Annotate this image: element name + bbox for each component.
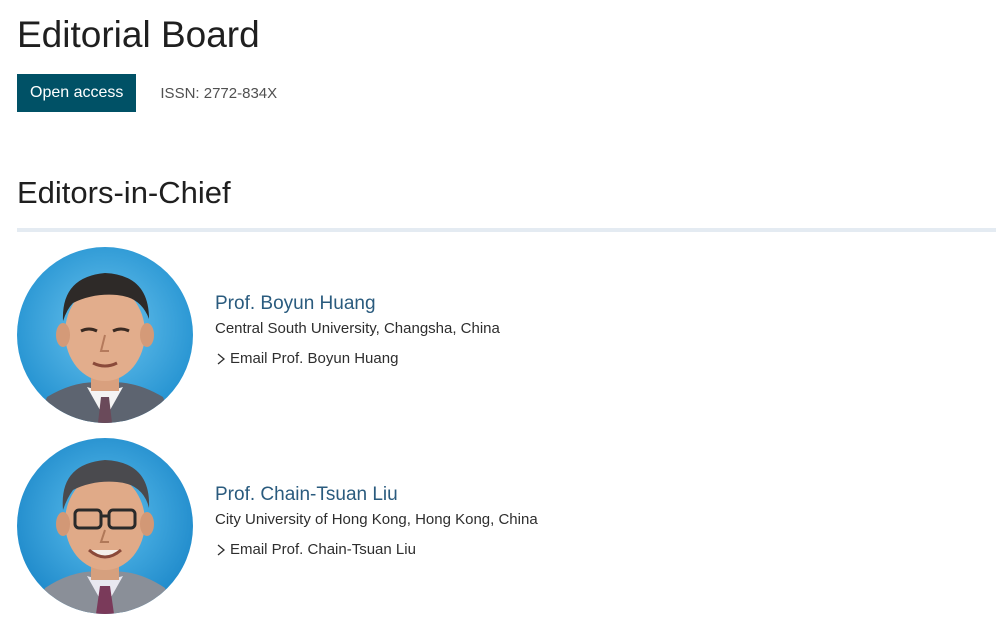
editor-name-link[interactable]: Prof. Boyun Huang bbox=[215, 292, 500, 316]
email-link-label: Email Prof. Chain-Tsuan Liu bbox=[230, 541, 416, 558]
page-title: Editorial Board bbox=[17, 14, 260, 55]
editor-photo bbox=[17, 247, 193, 423]
email-editor-link[interactable]: Email Prof. Chain-Tsuan Liu bbox=[215, 540, 538, 560]
chevron-right-icon bbox=[217, 544, 226, 556]
chevron-right-icon bbox=[217, 353, 226, 365]
editor-card: Prof. Boyun Huang Central South Universi… bbox=[17, 247, 996, 423]
email-link-label: Email Prof. Boyun Huang bbox=[230, 350, 399, 367]
journal-meta: Open access ISSN: 2772-834X bbox=[17, 74, 277, 112]
editor-affiliation: Central South University, Changsha, Chin… bbox=[215, 320, 500, 337]
editor-info: Prof. Chain-Tsuan Liu City University of… bbox=[215, 483, 538, 560]
editor-card: Prof. Chain-Tsuan Liu City University of… bbox=[17, 438, 996, 614]
section-title-editors-in-chief: Editors-in-Chief bbox=[17, 175, 231, 210]
editor-info: Prof. Boyun Huang Central South Universi… bbox=[215, 292, 500, 369]
issn-text: ISSN: 2772-834X bbox=[160, 84, 278, 102]
editor-photo bbox=[17, 438, 193, 614]
section-divider bbox=[17, 228, 996, 232]
editor-affiliation: City University of Hong Kong, Hong Kong,… bbox=[215, 511, 538, 528]
editor-name-link[interactable]: Prof. Chain-Tsuan Liu bbox=[215, 483, 538, 507]
open-access-badge[interactable]: Open access bbox=[17, 74, 137, 112]
portrait-image bbox=[17, 247, 193, 423]
email-editor-link[interactable]: Email Prof. Boyun Huang bbox=[215, 349, 500, 369]
portrait-image bbox=[17, 438, 193, 614]
